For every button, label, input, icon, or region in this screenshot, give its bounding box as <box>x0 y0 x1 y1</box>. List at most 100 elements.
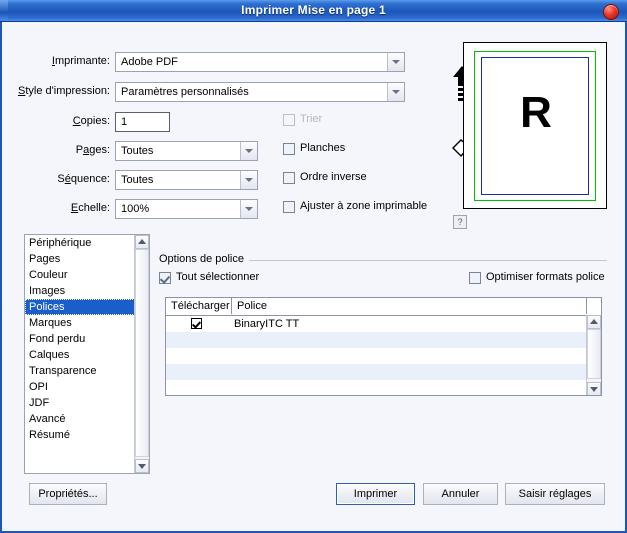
cancel-button-label: Annuler <box>441 488 480 500</box>
collate-checkbox[interactable] <box>283 114 295 126</box>
print-style-label: Style d'impression: <box>18 85 110 97</box>
fit-printable-area-checkbox[interactable] <box>283 201 295 213</box>
sidebar-item-label: JDF <box>29 397 50 409</box>
sidebar-item-6[interactable]: Fond perdu <box>25 331 149 347</box>
reverse-order-label: Ordre inverse <box>300 171 367 183</box>
chevron-down-icon[interactable] <box>387 53 404 71</box>
sidebar-item-0[interactable]: Périphérique <box>25 235 149 251</box>
chevron-down-icon[interactable] <box>240 200 257 218</box>
chevron-down-icon[interactable] <box>240 171 257 189</box>
scroll-down-icon[interactable] <box>135 459 149 473</box>
column-header-spacer <box>587 298 601 314</box>
optimize-font-formats-label: Optimiser formats police <box>486 271 605 283</box>
preview-help-button[interactable]: ? <box>453 215 467 229</box>
properties-button-label: Propriétés... <box>38 488 98 500</box>
table-row[interactable] <box>166 348 601 364</box>
row-font-name: BinaryITC TT <box>234 318 300 330</box>
scale-label: Echelle: <box>70 202 110 214</box>
sequence-label: Séquence: <box>57 173 110 185</box>
print-style-value: Paramètres personnalisés <box>121 86 249 98</box>
scroll-down-icon[interactable] <box>587 382 601 395</box>
print-button-label: Imprimer <box>353 488 398 500</box>
sidebar-item-label: OPI <box>29 381 48 393</box>
sidebar-item-11[interactable]: Avancé <box>25 411 149 427</box>
table-row[interactable] <box>166 380 601 395</box>
spreads-checkbox[interactable] <box>283 143 295 155</box>
chevron-down-icon[interactable] <box>240 142 257 160</box>
sidebar-item-4[interactable]: Polices <box>25 299 149 315</box>
pages-value: Toutes <box>121 145 154 157</box>
scroll-up-icon[interactable] <box>135 235 149 249</box>
copies-input[interactable]: 1 <box>115 112 170 132</box>
scale-combobox[interactable]: 100% <box>115 199 258 219</box>
optimize-font-formats-checkbox[interactable] <box>469 272 481 284</box>
reverse-order-checkbox[interactable] <box>283 172 295 184</box>
properties-button[interactable]: Propriétés... <box>29 483 107 505</box>
font-table-body: BinaryITC TT <box>166 316 601 395</box>
select-all-checkbox[interactable] <box>159 272 171 284</box>
table-row[interactable] <box>166 364 601 380</box>
table-row[interactable] <box>166 332 601 348</box>
sidebar-item-label: Polices <box>29 301 65 313</box>
fit-printable-area-label: Ajuster à zone imprimable <box>300 200 428 212</box>
scale-value: 100% <box>121 203 150 215</box>
copies-value: 1 <box>121 116 128 128</box>
sidebar-item-10[interactable]: JDF <box>25 395 149 411</box>
collate-label: Trier <box>300 113 323 125</box>
font-table[interactable]: Télécharger Police BinaryITC TT <box>165 297 602 396</box>
sidebar-item-7[interactable]: Calques <box>25 347 149 363</box>
sidebar-scrollbar[interactable] <box>134 235 149 473</box>
close-icon[interactable] <box>603 4 619 20</box>
sidebar-item-label: Fond perdu <box>29 333 86 345</box>
sidebar-item-1[interactable]: Pages <box>25 251 149 267</box>
cancel-button[interactable]: Annuler <box>423 483 498 505</box>
font-table-header: Télécharger Police <box>166 298 601 316</box>
settings-category-list[interactable]: Périphérique Pages Couleur Images Polices Mar… <box>24 234 150 474</box>
dialog-body: Imprimante: Adobe PDF Style d'impression… <box>0 22 627 533</box>
save-settings-button-label: Saisir réglages <box>518 488 592 500</box>
sidebar-item-2[interactable]: Couleur <box>25 267 149 283</box>
print-style-combobox[interactable]: Paramètres personnalisés <box>115 82 405 102</box>
window-title: Imprimer Mise en page 1 <box>241 3 386 17</box>
sidebar-item-8[interactable]: Transparence <box>25 363 149 379</box>
sidebar-item-label: Périphérique <box>29 237 92 249</box>
sidebar-item-label: Couleur <box>29 269 68 281</box>
chevron-down-icon[interactable] <box>387 83 404 101</box>
sequence-value: Toutes <box>121 174 154 186</box>
sidebar-item-3[interactable]: Images <box>25 283 149 299</box>
sidebar-item-label: Calques <box>29 349 70 361</box>
scroll-up-icon[interactable] <box>587 315 601 329</box>
print-dialog: Imprimer Mise en page 1 Imprimante: Adob… <box>0 0 627 533</box>
table-row[interactable]: BinaryITC TT <box>166 316 601 332</box>
column-header-font[interactable]: Police <box>232 298 587 314</box>
copies-label: Copies: <box>72 115 110 127</box>
sidebar-item-label: Marques <box>29 317 72 329</box>
sidebar-item-5[interactable]: Marques <box>25 315 149 331</box>
font-table-scrollbar-thumb[interactable] <box>587 329 601 379</box>
row-download-checkbox[interactable] <box>191 318 202 329</box>
sidebar-item-label: Résumé <box>29 429 70 441</box>
sequence-combobox[interactable]: Toutes <box>115 170 258 190</box>
sidebar-item-label: Images <box>29 285 66 297</box>
font-table-scrollbar[interactable] <box>586 315 601 395</box>
pages-combobox[interactable]: Toutes <box>115 141 258 161</box>
preview-letter: R <box>520 88 552 137</box>
page-preview[interactable]: R <box>463 42 607 209</box>
sidebar-item-9[interactable]: OPI <box>25 379 149 395</box>
title-bar: Imprimer Mise en page 1 <box>0 0 627 22</box>
column-header-download[interactable]: Télécharger <box>166 298 232 314</box>
print-button[interactable]: Imprimer <box>336 483 415 505</box>
printer-value: Adobe PDF <box>121 56 178 68</box>
sidebar-item-label: Transparence <box>29 365 97 377</box>
settings-category-items: Périphérique Pages Couleur Images Polices Mar… <box>25 235 149 443</box>
select-all-label: Tout sélectionner <box>176 271 260 283</box>
sidebar-scrollbar-thumb[interactable] <box>135 249 149 457</box>
spreads-label: Planches <box>300 142 346 154</box>
printer-label: Imprimante: <box>51 55 110 67</box>
sidebar-item-label: Avancé <box>29 413 66 425</box>
sidebar-item-12[interactable]: Résumé <box>25 427 149 443</box>
pages-label: Pages: <box>75 144 110 156</box>
sidebar-item-label: Pages <box>29 253 61 265</box>
printer-combobox[interactable]: Adobe PDF <box>115 52 405 72</box>
save-settings-button[interactable]: Saisir réglages <box>505 483 605 505</box>
